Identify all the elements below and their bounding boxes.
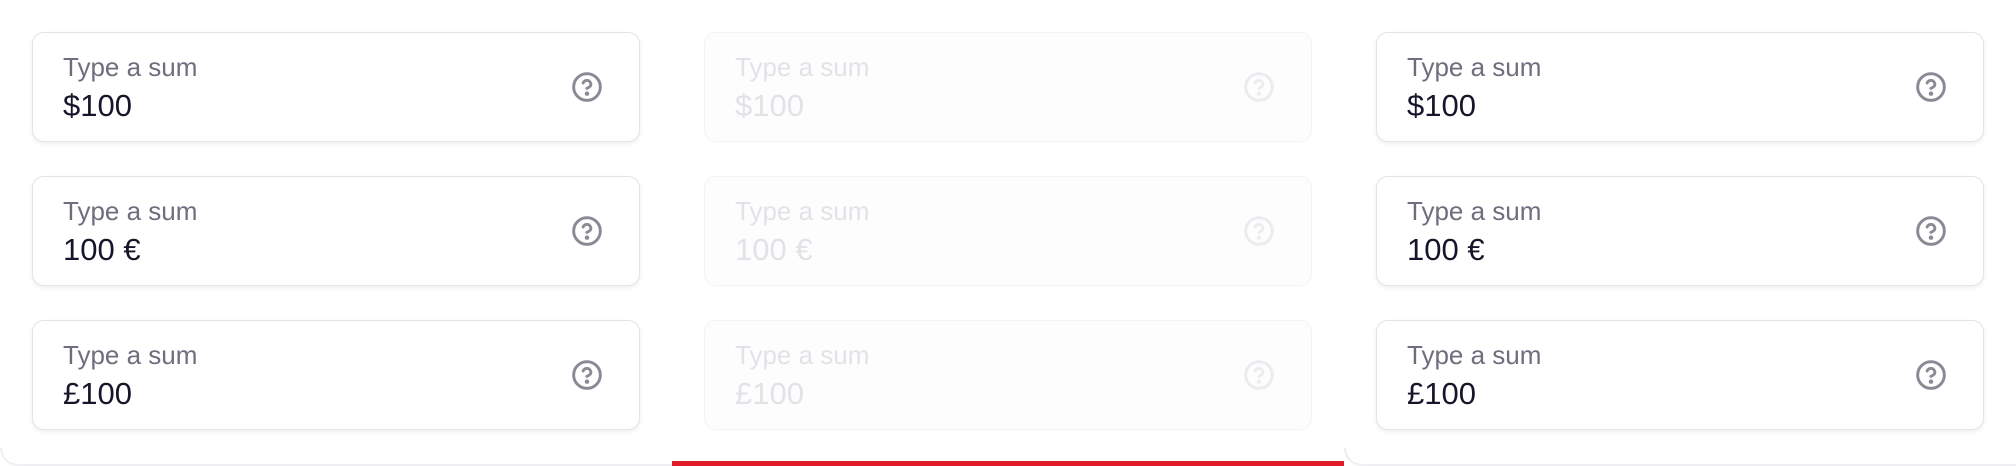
help-circle-icon[interactable] [571,71,603,103]
help-circle-icon[interactable] [571,359,603,391]
sum-input-disabled [735,231,1155,269]
field-label: Type a sum [735,52,870,82]
sum-field-gbp[interactable]: Type a sum [1376,320,1984,430]
field-label: Type a sum [1407,196,1542,226]
sum-field-gbp[interactable]: Type a sum [32,320,640,430]
help-circle-icon[interactable] [1915,359,1947,391]
help-circle-icon[interactable] [1915,215,1947,247]
panel-edge-right [1344,448,2016,466]
page: Type a sum Type a sum Type a sum [0,0,2016,466]
field-label: Type a sum [63,52,198,82]
column-default-1: Type a sum Type a sum Type a sum [32,32,640,442]
help-circle-icon [1243,215,1275,247]
help-circle-icon [1243,359,1275,391]
field-label: Type a sum [735,340,870,370]
sum-input-disabled [735,87,1155,125]
field-label: Type a sum [63,340,198,370]
sum-field-gbp-disabled: Type a sum [704,320,1312,430]
sum-field-usd-disabled: Type a sum [704,32,1312,142]
sum-field-usd[interactable]: Type a sum [1376,32,1984,142]
sum-input[interactable] [63,231,483,269]
column-disabled: Type a sum Type a sum Type a sum [704,32,1312,442]
sum-field-eur[interactable]: Type a sum [32,176,640,286]
field-label: Type a sum [1407,340,1542,370]
sum-input-disabled [735,375,1155,413]
sum-input[interactable] [1407,231,1827,269]
sum-field-eur[interactable]: Type a sum [1376,176,1984,286]
sum-input[interactable] [63,87,483,125]
help-circle-icon[interactable] [1915,71,1947,103]
sum-field-eur-disabled: Type a sum [704,176,1312,286]
column-default-2: Type a sum Type a sum Type a sum [1376,32,1984,442]
sum-input[interactable] [1407,87,1827,125]
active-indicator-bar [672,461,1344,466]
field-label: Type a sum [735,196,870,226]
help-circle-icon [1243,71,1275,103]
help-circle-icon[interactable] [571,215,603,247]
field-label: Type a sum [63,196,198,226]
sum-input[interactable] [63,375,483,413]
sum-field-usd[interactable]: Type a sum [32,32,640,142]
field-label: Type a sum [1407,52,1542,82]
field-columns: Type a sum Type a sum Type a sum [32,32,1984,442]
panel-edge-left [0,448,672,466]
sum-input[interactable] [1407,375,1827,413]
